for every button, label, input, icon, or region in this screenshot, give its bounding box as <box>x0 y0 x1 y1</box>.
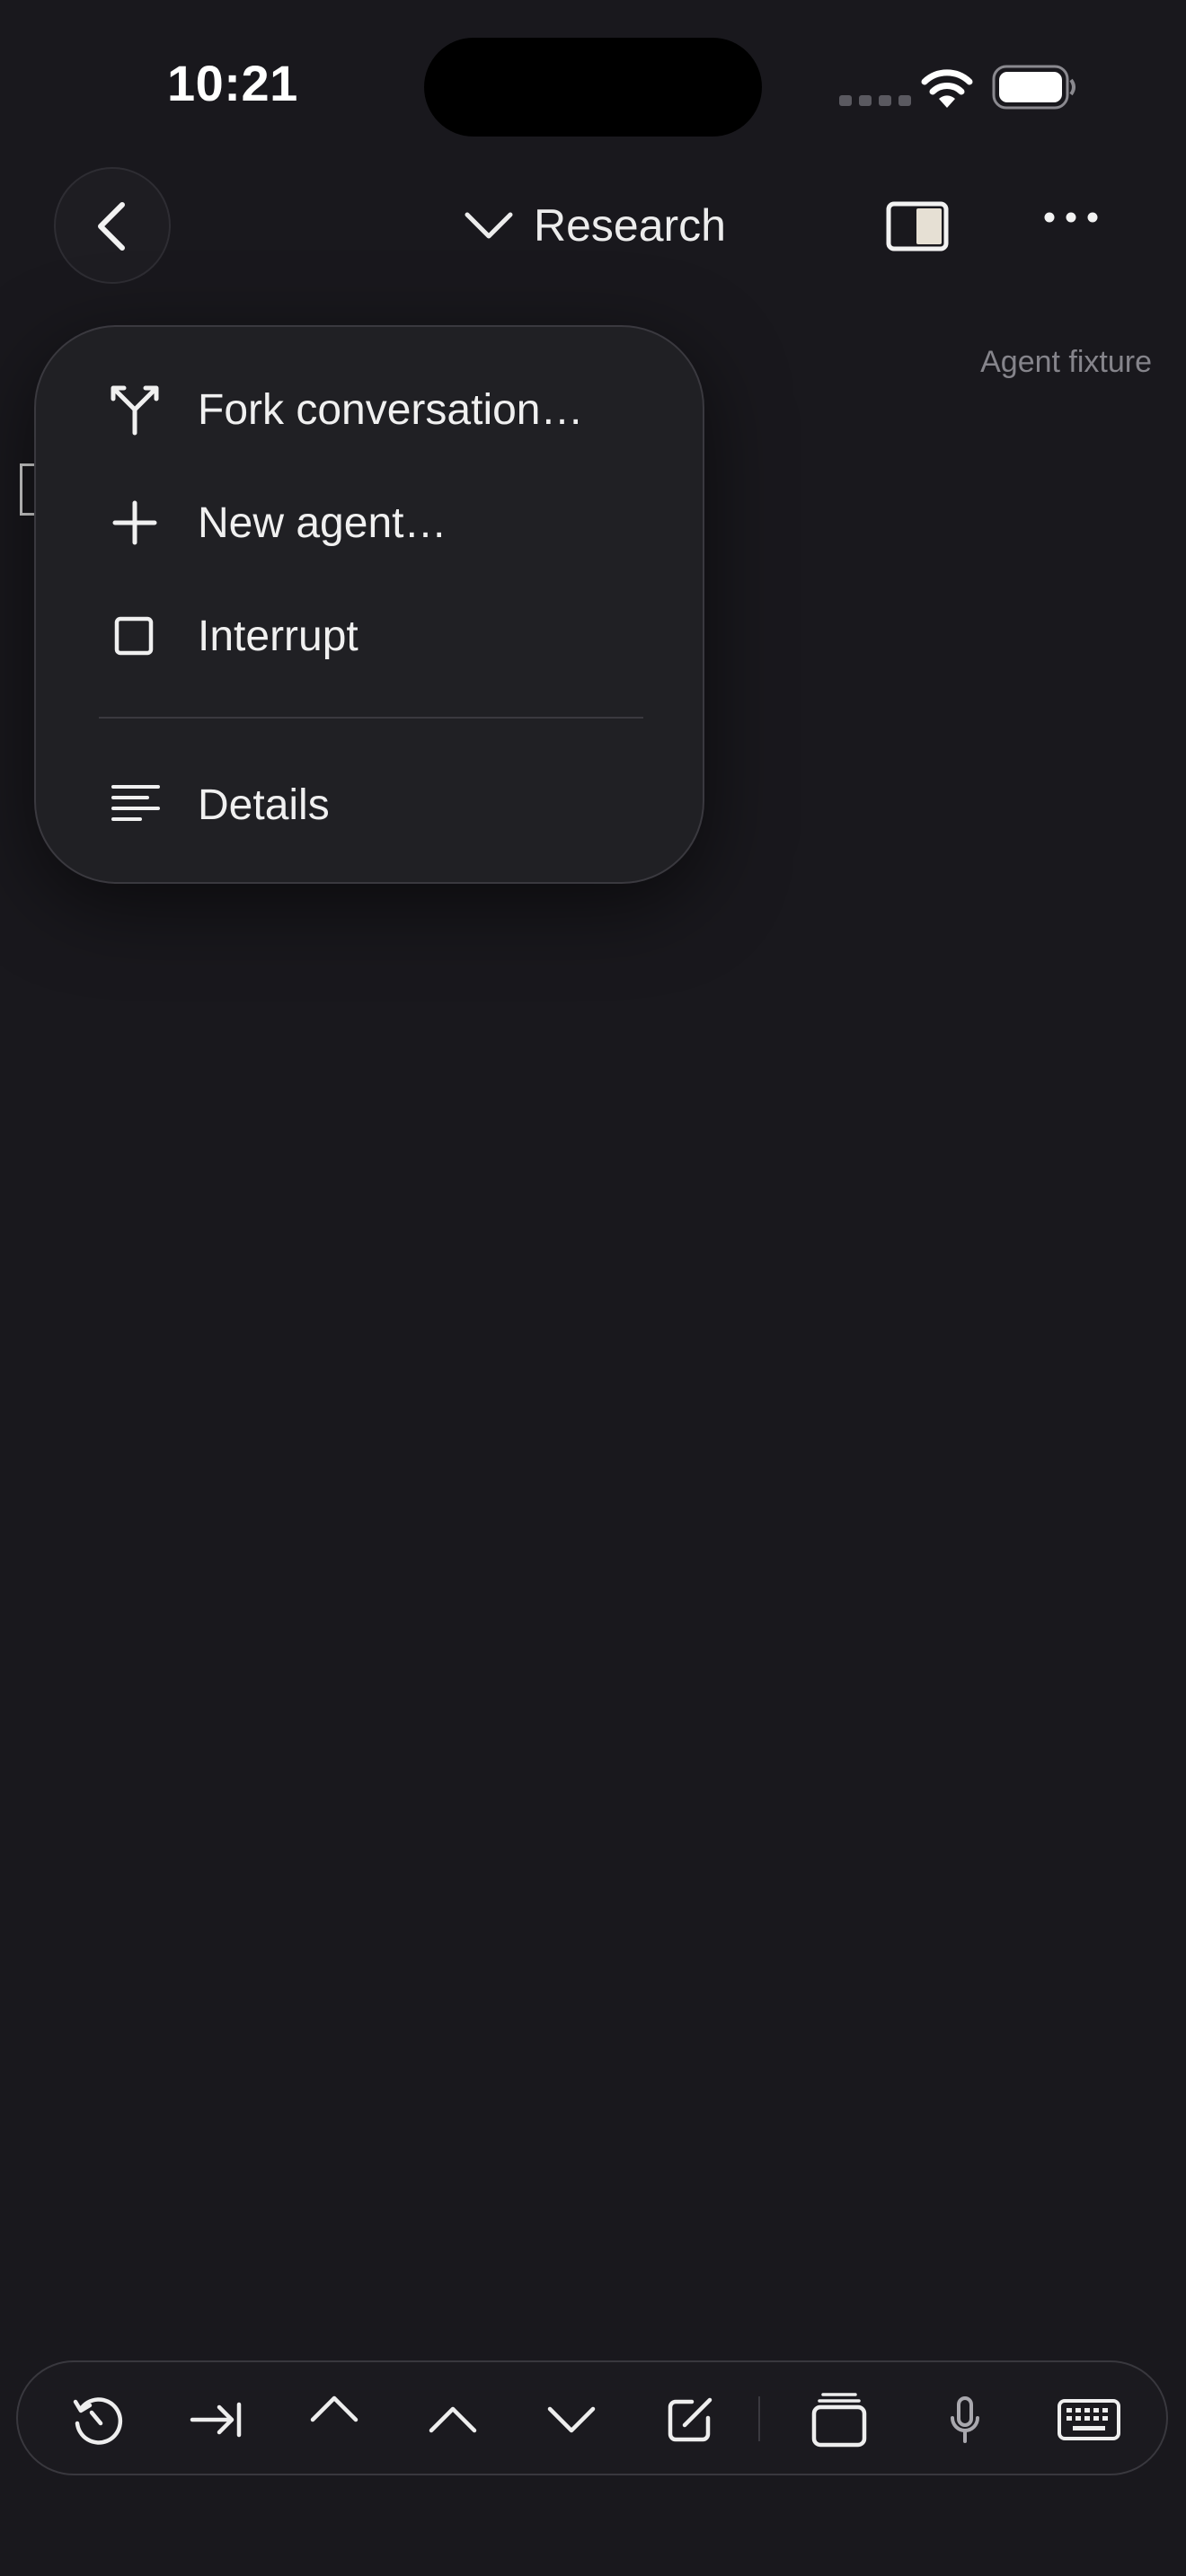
tab-arrow-icon <box>189 2397 243 2442</box>
back-button[interactable] <box>54 167 171 284</box>
context-menu: Fork conversation… New agent… Interrupt … <box>34 325 704 884</box>
menu-item-label: Interrupt <box>198 612 358 660</box>
ctrl-button[interactable] <box>298 2373 370 2445</box>
menu-item-details[interactable]: Details <box>108 769 330 841</box>
chevron-down-icon <box>546 2405 597 2434</box>
stop-square-icon <box>108 609 171 663</box>
sidebar-panel-icon <box>886 201 949 251</box>
bottom-toolbar <box>16 2360 1168 2475</box>
plus-icon <box>108 496 171 550</box>
history-button[interactable] <box>61 2384 133 2456</box>
sidebar-panel-button[interactable] <box>886 201 949 251</box>
chevron-up-icon <box>309 2395 359 2423</box>
chevron-left-icon <box>93 201 129 251</box>
toolbar-separator <box>758 2396 760 2441</box>
text-lines-icon <box>108 778 171 832</box>
tab-button[interactable] <box>180 2384 252 2456</box>
menu-item-new-agent[interactable]: New agent… <box>108 487 447 559</box>
menu-item-fork-conversation[interactable]: Fork conversation… <box>108 374 584 446</box>
stack-button[interactable] <box>803 2384 875 2456</box>
fork-icon <box>108 383 171 437</box>
fixture-label: Agent fixture <box>980 345 1152 379</box>
page-title: Research <box>534 200 726 251</box>
microphone-icon <box>947 2395 983 2445</box>
keyboard-button[interactable] <box>1053 2384 1125 2456</box>
battery-icon <box>992 65 1078 110</box>
more-options-button[interactable] <box>1042 208 1100 244</box>
compose-icon <box>665 2395 715 2445</box>
menu-item-interrupt[interactable]: Interrupt <box>108 600 358 672</box>
history-icon <box>70 2393 124 2447</box>
keyboard-icon <box>1057 2398 1121 2441</box>
title-dropdown[interactable]: Research <box>464 198 726 253</box>
chevron-up-icon <box>428 2405 478 2434</box>
arrow-down-button[interactable] <box>535 2384 607 2456</box>
dynamic-island <box>424 38 762 137</box>
menu-item-label: Fork conversation… <box>198 385 584 434</box>
status-time: 10:21 <box>167 55 298 111</box>
partial-content-edge <box>20 463 34 516</box>
compose-button[interactable] <box>654 2384 726 2456</box>
stack-icon <box>810 2391 868 2448</box>
chevron-down-icon <box>464 211 514 240</box>
menu-item-label: New agent… <box>198 498 447 547</box>
menu-item-label: Details <box>198 781 330 829</box>
cellular-signal-icon <box>839 93 915 108</box>
menu-divider <box>99 717 643 719</box>
arrow-up-button[interactable] <box>417 2384 489 2456</box>
ellipsis-icon <box>1042 208 1100 226</box>
microphone-button[interactable] <box>929 2384 1001 2456</box>
wifi-icon <box>920 66 974 108</box>
